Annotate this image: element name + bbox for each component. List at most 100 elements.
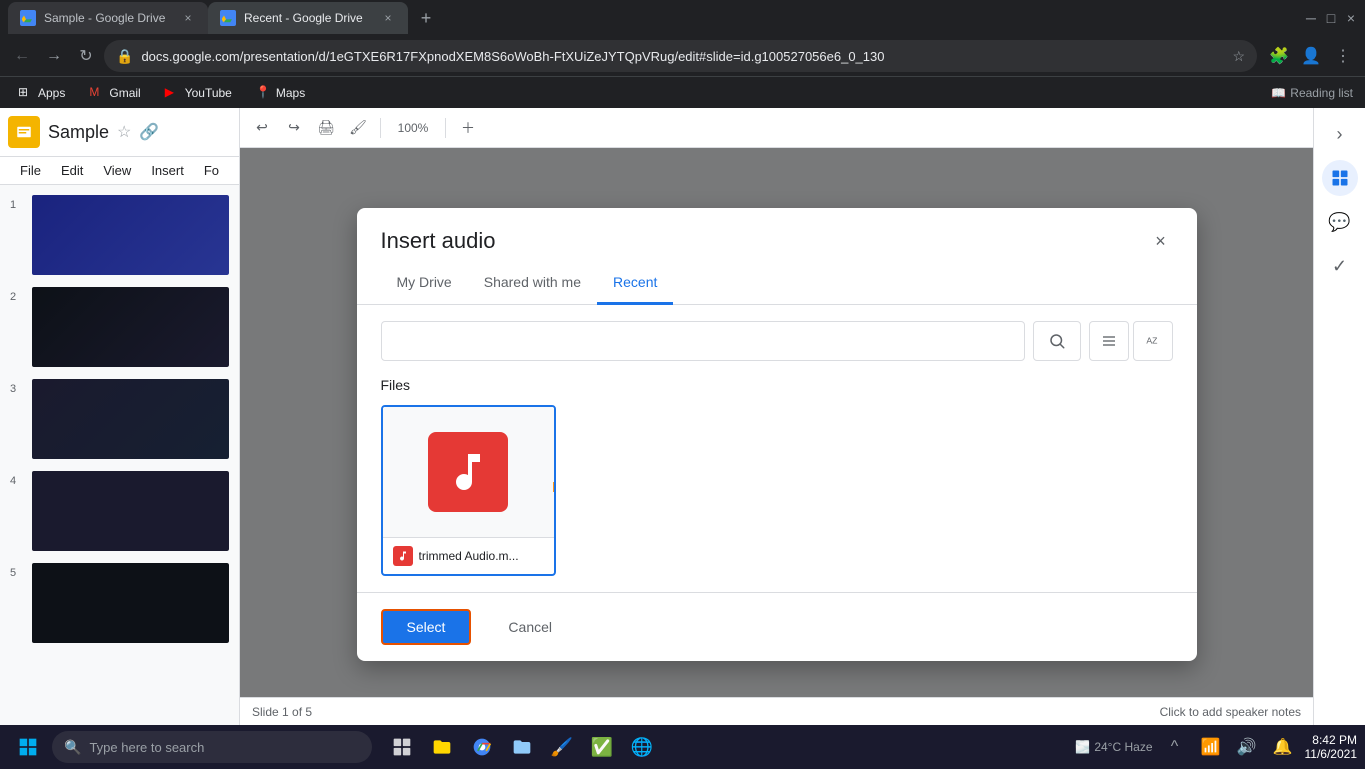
search-button[interactable] [1033, 321, 1081, 361]
slide-indicator: Slide 1 of 5 [252, 705, 312, 719]
menu-edit[interactable]: Edit [53, 161, 91, 180]
url-bar[interactable]: 🔒 docs.google.com/presentation/d/1eGTXE6… [104, 40, 1257, 72]
slide-preview-3 [32, 379, 229, 459]
back-button[interactable]: ← [8, 42, 36, 70]
chrome-button[interactable] [464, 729, 500, 765]
file-card-name-1: trimmed Audio.m... [419, 549, 519, 563]
redo-button[interactable]: ↪ [280, 114, 308, 142]
bookmark-gmail[interactable]: M Gmail [83, 83, 146, 103]
slide-bottom-bar: Slide 1 of 5 Click to add speaker notes [240, 697, 1313, 725]
slides-editor: ↩ ↪ 🖨 🖌 100% ＋ Insert audio × [240, 108, 1313, 725]
modal-title: Insert audio [381, 228, 496, 254]
paint-button[interactable]: 🖌️ [544, 729, 580, 765]
star-icon[interactable]: ☆ [1232, 48, 1245, 65]
bookmark-youtube[interactable]: ▶ YouTube [159, 83, 238, 103]
right-panel-chat-button[interactable]: 💬 [1322, 204, 1358, 240]
minimize-button[interactable]: ─ [1305, 12, 1317, 24]
right-panel-expand-button[interactable]: › [1322, 116, 1358, 152]
sort-button[interactable]: AZ [1133, 321, 1173, 361]
notification-icon[interactable]: 🔔 [1269, 733, 1297, 761]
clock[interactable]: 8:42 PM 11/6/2021 [1305, 733, 1358, 761]
file-explorer-button[interactable] [424, 729, 460, 765]
undo-button[interactable]: ↩ [248, 114, 276, 142]
modal-close-button[interactable]: × [1149, 229, 1173, 253]
search-input-wrap[interactable] [381, 321, 1025, 361]
select-button[interactable]: Select [381, 609, 472, 645]
slide-thumb-2[interactable]: 2 [8, 285, 231, 369]
list-view-button[interactable] [1089, 321, 1129, 361]
menu-insert[interactable]: Insert [143, 161, 192, 180]
add-button[interactable]: ＋ [454, 114, 482, 142]
slide-preview-1 [32, 195, 229, 275]
start-button[interactable] [8, 729, 48, 765]
tab-1-close[interactable]: × [180, 10, 196, 26]
forward-button[interactable]: → [40, 42, 68, 70]
tab-my-drive[interactable]: My Drive [381, 262, 468, 305]
menu-view[interactable]: View [95, 161, 139, 180]
sort-icon: AZ [1145, 333, 1161, 349]
network-icon[interactable]: 📶 [1197, 733, 1225, 761]
tab-1[interactable]: Sample - Google Drive × [8, 2, 208, 34]
slide-thumb-4[interactable]: 4 [8, 469, 231, 553]
slide-thumb-3[interactable]: 3 [8, 377, 231, 461]
menu-icon[interactable]: ⋮ [1329, 42, 1357, 70]
right-panel-format-button[interactable] [1322, 160, 1358, 196]
bookmark-maps[interactable]: 📍 Maps [250, 83, 311, 103]
refresh-button[interactable]: ↻ [72, 42, 100, 70]
file-grid: trimmed Audio.m... [381, 405, 1173, 576]
file-card-1[interactable]: trimmed Audio.m... [381, 405, 556, 576]
tab-recent[interactable]: Recent [597, 262, 673, 305]
maps-icon: 📍 [256, 85, 272, 101]
close-button[interactable]: × [1345, 12, 1357, 24]
slide-thumb-1[interactable]: 1 [8, 193, 231, 277]
sound-icon[interactable]: 🔊 [1233, 733, 1261, 761]
taskbar-search[interactable]: 🔍 Type here to search [52, 731, 372, 763]
file-explorer-icon [432, 737, 452, 757]
gmail-icon: M [89, 85, 105, 101]
audio-file-icon-small [393, 546, 413, 566]
print-button[interactable]: 🖨 [312, 114, 340, 142]
tab-1-title: Sample - Google Drive [44, 11, 172, 25]
task-view-button[interactable] [384, 729, 420, 765]
taskbar-right: 🌫️ 24°C Haze ^ 📶 🔊 🔔 8:42 PM 11/6/2021 [1075, 733, 1357, 761]
todo-button[interactable]: ✅ [584, 729, 620, 765]
tab-2[interactable]: Recent - Google Drive × [208, 2, 408, 34]
system-tray[interactable]: ^ [1161, 733, 1189, 761]
browser-chrome: Sample - Google Drive × Recent - Google … [0, 0, 1365, 108]
slide-number-2: 2 [10, 287, 26, 303]
search-input[interactable] [394, 333, 1012, 349]
folder-button[interactable] [504, 729, 540, 765]
list-view-icon [1101, 333, 1117, 349]
modal-files-area: Files [357, 377, 1197, 592]
new-tab-button[interactable]: + [412, 4, 440, 32]
zoom-button[interactable]: 100% [389, 114, 437, 142]
bookmark-apps[interactable]: ⊞ Apps [12, 83, 71, 103]
menu-file[interactable]: File [12, 161, 49, 180]
cancel-button[interactable]: Cancel [483, 610, 577, 644]
menu-format[interactable]: Fo [196, 161, 227, 180]
slide-preview-5 [32, 563, 229, 643]
extensions-icon[interactable]: 🧩 [1265, 42, 1293, 70]
paint-format-button[interactable]: 🖌 [344, 114, 372, 142]
maximize-button[interactable]: □ [1325, 12, 1337, 24]
profile-icon[interactable]: 👤 [1297, 42, 1325, 70]
tab-2-close[interactable]: × [380, 10, 396, 26]
star-favorite-icon[interactable]: ☆ [117, 122, 131, 142]
chrome-icon [472, 737, 492, 757]
taskbar: 🔍 Type here to search [0, 725, 1365, 769]
slide-number-3: 3 [10, 379, 26, 395]
taskbar-search-text: Type here to search [89, 740, 204, 755]
right-panel-check-button[interactable]: ✓ [1322, 248, 1358, 284]
browser2-button[interactable]: 🌐 [624, 729, 660, 765]
tab-2-title: Recent - Google Drive [244, 11, 372, 25]
drive-icon[interactable]: 🔗 [139, 122, 159, 142]
speaker-notes-label[interactable]: Click to add speaker notes [1160, 705, 1301, 719]
modal-tabs: My Drive Shared with me Recent [357, 262, 1197, 305]
tab-shared-with-me[interactable]: Shared with me [468, 262, 597, 305]
modal-footer: Select Cancel [357, 592, 1197, 661]
bookmark-maps-label: Maps [276, 86, 305, 100]
slide-thumb-5[interactable]: 5 [8, 561, 231, 645]
reading-list[interactable]: 📖 Reading list [1271, 86, 1353, 100]
right-panel: › 💬 ✓ [1313, 108, 1365, 725]
weather-info: 🌫️ 24°C Haze [1075, 740, 1152, 754]
